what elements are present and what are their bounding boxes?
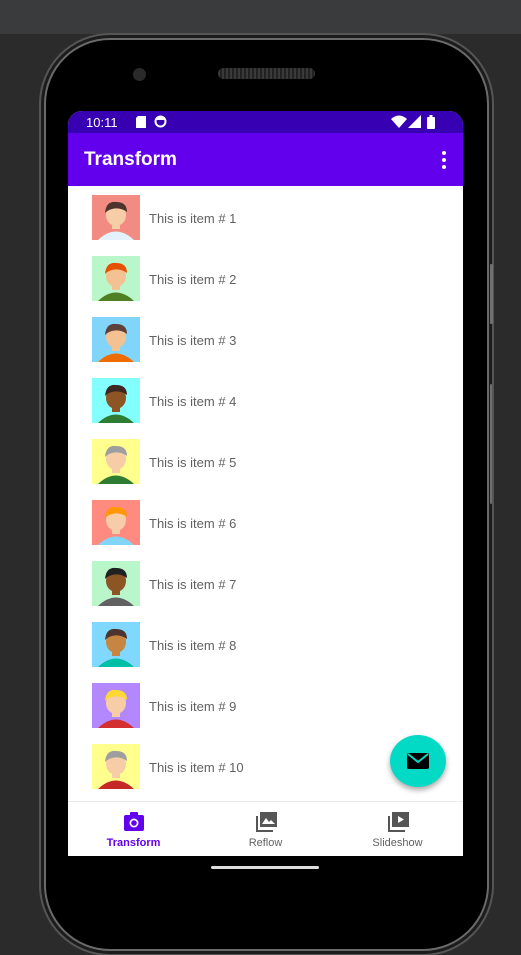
nav-slideshow[interactable]: Slideshow [332, 802, 463, 856]
battery-icon [427, 115, 435, 129]
list-item[interactable]: This is item # 9 [68, 674, 463, 735]
list-item-label: This is item # 5 [149, 455, 237, 470]
window-top-bar [0, 0, 521, 34]
list-item[interactable]: This is item # 1 [68, 186, 463, 247]
email-fab[interactable] [390, 735, 446, 787]
slideshow-icon [388, 812, 409, 832]
avatar [92, 317, 140, 362]
sync-circle-icon [154, 115, 167, 128]
front-camera [133, 68, 146, 81]
list-item[interactable]: This is item # 3 [68, 308, 463, 369]
bottom-navigation: Transform Reflow Slideshow [68, 801, 463, 856]
nav-label-slideshow: Slideshow [372, 837, 423, 849]
list-item-label: This is item # 9 [149, 699, 237, 714]
avatar [92, 683, 140, 728]
wifi-icon [391, 115, 407, 128]
list-item[interactable]: This is item # 6 [68, 491, 463, 552]
app-bar-title: Transform [84, 149, 177, 170]
status-time: 10:11 [86, 115, 118, 130]
volume-button [490, 264, 493, 324]
camera-icon [124, 812, 144, 831]
avatar [92, 561, 140, 606]
nav-reflow[interactable]: Reflow [200, 802, 331, 856]
device-screen: 10:11 Transform This is item # 1 This is … [68, 111, 463, 856]
image-icon [256, 812, 277, 832]
list-item-label: This is item # 7 [149, 577, 237, 592]
app-bar: Transform [68, 133, 463, 186]
list-item-label: This is item # 1 [149, 211, 237, 226]
list-item-label: This is item # 2 [149, 272, 237, 287]
status-bar: 10:11 [68, 111, 463, 133]
list-item[interactable]: This is item # 4 [68, 369, 463, 430]
earpiece-speaker [218, 68, 315, 79]
more-vert-icon[interactable] [441, 151, 447, 169]
avatar [92, 378, 140, 423]
list-item-label: This is item # 4 [149, 394, 237, 409]
list-item-label: This is item # 10 [149, 760, 244, 775]
nav-transform[interactable]: Transform [68, 802, 199, 856]
list-item-label: This is item # 3 [149, 333, 237, 348]
email-icon [407, 753, 429, 769]
avatar [92, 439, 140, 484]
avatar [92, 500, 140, 545]
avatar [92, 256, 140, 301]
list-item[interactable]: This is item # 7 [68, 552, 463, 613]
list-item[interactable]: This is item # 8 [68, 613, 463, 674]
power-button [490, 384, 492, 504]
nav-label-transform: Transform [106, 837, 161, 849]
list-item-label: This is item # 6 [149, 516, 237, 531]
home-gesture-bar[interactable] [211, 866, 319, 869]
item-list[interactable]: This is item # 1 This is item # 2 This is … [68, 186, 463, 800]
nav-label-reflow: Reflow [248, 837, 283, 849]
list-item-label: This is item # 8 [149, 638, 237, 653]
avatar [92, 195, 140, 240]
list-item[interactable]: This is item # 5 [68, 430, 463, 491]
list-item[interactable]: This is item # 2 [68, 247, 463, 308]
avatar [92, 744, 140, 789]
avatar [92, 622, 140, 667]
signal-icon [408, 115, 421, 128]
sd-card-icon [136, 116, 146, 128]
